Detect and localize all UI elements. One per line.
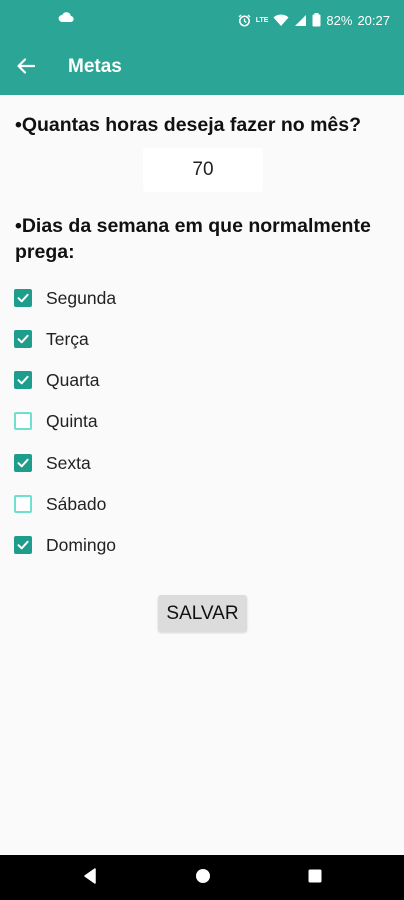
checkbox-unchecked[interactable] bbox=[14, 412, 32, 430]
check-icon bbox=[17, 334, 29, 344]
day-label: Sexta bbox=[46, 452, 91, 473]
day-label: Quinta bbox=[46, 410, 98, 431]
day-checkbox-row[interactable]: Domingo bbox=[14, 530, 116, 560]
app-bar: Metas bbox=[0, 38, 404, 95]
checkbox-unchecked[interactable] bbox=[14, 495, 32, 513]
status-bar: LTE 82% 20:27 bbox=[0, 0, 404, 38]
cloud-icon bbox=[58, 12, 74, 23]
day-checkbox-row[interactable]: Quinta bbox=[14, 406, 98, 436]
checkbox-checked[interactable] bbox=[14, 536, 32, 554]
hours-question-label: •Quantas horas deseja fazer no mês? bbox=[15, 114, 362, 136]
check-icon bbox=[17, 540, 29, 550]
hours-input[interactable] bbox=[143, 148, 263, 192]
signal-icon bbox=[295, 14, 307, 26]
check-icon bbox=[17, 458, 29, 468]
battery-percent: 82% bbox=[326, 12, 353, 28]
day-label: Sábado bbox=[46, 493, 107, 514]
status-icons: LTE 82% 20:27 bbox=[238, 11, 390, 29]
back-triangle-icon[interactable] bbox=[83, 868, 97, 884]
day-checkbox-row[interactable]: Sexta bbox=[14, 448, 91, 478]
day-label: Domingo bbox=[46, 534, 117, 555]
day-label: Segunda bbox=[46, 287, 117, 308]
arrow-back-icon bbox=[17, 58, 35, 74]
day-label: Quarta bbox=[46, 369, 100, 390]
page-title: Metas bbox=[68, 56, 122, 77]
check-icon bbox=[17, 375, 29, 385]
wifi-icon bbox=[273, 14, 289, 26]
day-label: Terça bbox=[46, 328, 89, 349]
day-checkbox-row[interactable]: Segunda bbox=[14, 283, 116, 313]
back-button[interactable] bbox=[12, 52, 40, 80]
checkbox-checked[interactable] bbox=[14, 454, 32, 472]
day-checkbox-row[interactable]: Terça bbox=[14, 324, 89, 354]
alarm-icon bbox=[238, 14, 251, 26]
navigation-bar bbox=[0, 855, 404, 900]
recents-square-icon[interactable] bbox=[308, 869, 322, 883]
days-question-label: •Dias da semana em que normalmente prega… bbox=[15, 215, 371, 263]
save-button[interactable]: SALVAR bbox=[158, 595, 247, 632]
battery-icon bbox=[312, 13, 321, 27]
check-icon bbox=[17, 293, 29, 303]
network-type-label: LTE bbox=[255, 16, 269, 24]
checkbox-checked[interactable] bbox=[14, 371, 32, 389]
clock: 20:27 bbox=[357, 12, 390, 28]
day-checkbox-row[interactable]: Quarta bbox=[14, 365, 100, 395]
home-circle-icon[interactable] bbox=[195, 868, 211, 884]
day-checkbox-row[interactable]: Sábado bbox=[14, 489, 106, 519]
checkbox-checked[interactable] bbox=[14, 330, 32, 348]
checkbox-checked[interactable] bbox=[14, 289, 32, 307]
